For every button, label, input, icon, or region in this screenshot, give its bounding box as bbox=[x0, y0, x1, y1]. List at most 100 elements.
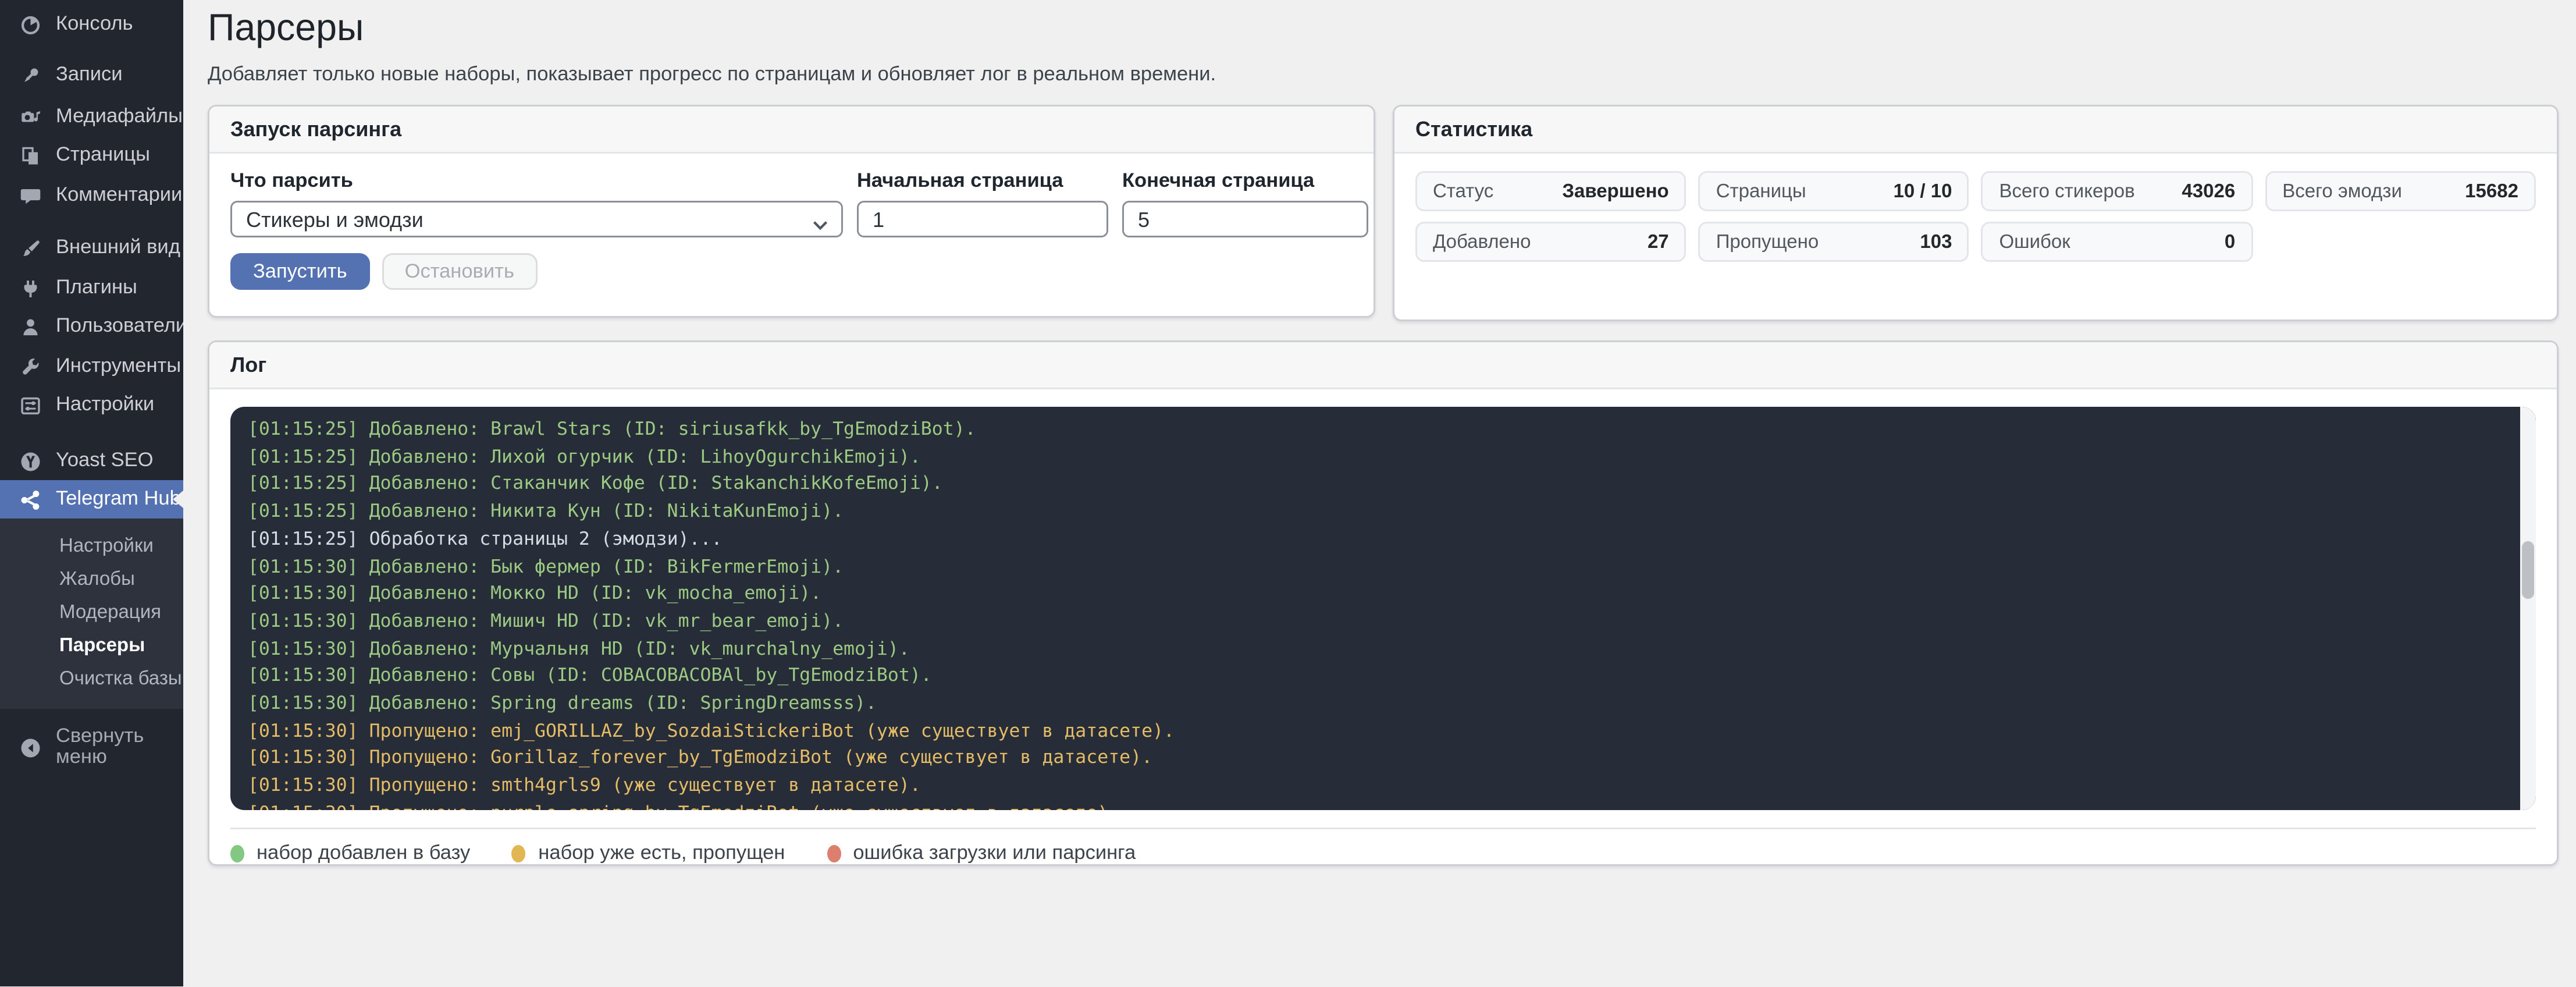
stat-label: Статус bbox=[1433, 181, 1493, 202]
legend-item: ошибка загрузки или парсинга bbox=[827, 843, 1136, 864]
sidebar-item-label: Внешний вид bbox=[56, 237, 180, 258]
sidebar-item-записи[interactable]: Записи bbox=[0, 56, 183, 94]
log-line: [01:15:25] Добавлено: Стаканчик Кофе (ID… bbox=[248, 472, 2518, 499]
sidebar-item-внешний-вид[interactable]: Внешний вид bbox=[0, 229, 183, 267]
page-title: Парсеры bbox=[208, 7, 364, 51]
stat-label: Всего эмодзи bbox=[2282, 181, 2402, 202]
legend-dot-icon bbox=[230, 845, 244, 862]
stat-label: Пропущено bbox=[1716, 232, 1819, 253]
sidebar-item-label: Инструменты bbox=[56, 356, 181, 377]
console-scrollbar-thumb[interactable] bbox=[2522, 541, 2534, 599]
run-button[interactable]: Запустить bbox=[230, 253, 370, 290]
statistics-card-title: Статистика bbox=[1394, 106, 2557, 154]
media-icon bbox=[19, 106, 42, 129]
stat-value: 15682 bbox=[2465, 181, 2518, 202]
run-parser-card: Запуск парсинга Что парсить Стикеры и эм… bbox=[208, 105, 1375, 318]
stats-grid: Статус Завершено Страницы10 / 10 Всего стик… bbox=[1415, 171, 2536, 262]
log-lines: [01:15:25] Добавлено: Brawl Stars (ID: s… bbox=[248, 417, 2518, 810]
stat-value: 10 / 10 bbox=[1894, 181, 1952, 202]
submenu-item-парсеры[interactable]: Парсеры bbox=[0, 629, 183, 662]
stat-tile-страницы: Страницы10 / 10 bbox=[1699, 171, 1970, 211]
sidebar-item-пользователи[interactable]: Пользователи bbox=[0, 307, 183, 346]
submenu-item-модерация[interactable]: Модерация bbox=[0, 595, 183, 629]
sidebar-item-label: Плагины bbox=[56, 278, 137, 299]
page-subtitle: Добавляет только новые наборы, показывае… bbox=[208, 65, 1216, 86]
log-console[interactable]: [01:15:25] Добавлено: Brawl Stars (ID: s… bbox=[230, 407, 2536, 810]
what-to-parse-select[interactable]: Стикеры и эмодзи bbox=[230, 201, 843, 237]
what-to-parse-label: Что парсить bbox=[230, 171, 843, 192]
stat-value: 27 bbox=[1648, 232, 1669, 253]
log-line: [01:15:30] Добавлено: Мокко HD (ID: vk_m… bbox=[248, 582, 2518, 609]
sidebar-item-консоль[interactable]: Консоль bbox=[0, 5, 183, 44]
sidebar-item-комментарии[interactable]: Комментарии bbox=[0, 176, 183, 215]
statistics-card: Статистика Статус Завершено Страницы10 / 1… bbox=[1393, 105, 2559, 321]
sidebar-item-label: Записи bbox=[56, 65, 123, 86]
stat-label: Ошибок bbox=[1999, 232, 2070, 253]
sidebar-item-yoast-seo[interactable]: Yoast SEO bbox=[0, 442, 183, 480]
legend-item: набор добавлен в базу bbox=[230, 843, 470, 864]
console-scrollbar-track[interactable] bbox=[2520, 407, 2536, 810]
log-line: [01:15:30] Добавлено: Совы (ID: COBACOBA… bbox=[248, 664, 2518, 691]
content-area: Парсеры Добавляет только новые наборы, п… bbox=[183, 0, 2576, 987]
sidebar-item-label: Страницы bbox=[56, 145, 150, 166]
legend-label: ошибка загрузки или парсинга bbox=[853, 843, 1136, 864]
sidebar-item-label: Комментарии bbox=[56, 185, 182, 206]
sidebar-item-label: Telegram Hub bbox=[56, 489, 181, 510]
comments-icon bbox=[19, 184, 42, 207]
admin-sidebar: Консоль Записи Медиафайлы Страницы Комментар… bbox=[0, 0, 183, 987]
collapse-icon bbox=[19, 736, 42, 759]
stat-tile-ошибок: Ошибок 0 bbox=[1981, 222, 2253, 262]
log-card-title: Лог bbox=[209, 342, 2557, 389]
dashboard-icon bbox=[19, 13, 42, 36]
telegram-hub-submenu: НастройкиЖалобыМодерацияПарсерыОчистка б… bbox=[0, 519, 183, 709]
sidebar-item-label: Консоль bbox=[56, 14, 133, 35]
sidebar-item-инструменты[interactable]: Инструменты bbox=[0, 347, 183, 386]
sidebar-item-label: Настройки bbox=[56, 395, 154, 416]
pages-icon bbox=[19, 144, 42, 167]
stat-value: 0 bbox=[2225, 232, 2235, 253]
log-line: [01:15:30] Пропущено: smth4grls9 (уже су… bbox=[248, 773, 2518, 801]
stop-button[interactable]: Остановить bbox=[382, 253, 537, 290]
plugins-icon bbox=[19, 277, 42, 300]
appearance-icon bbox=[19, 237, 42, 260]
sidebar-item-медиафайлы[interactable]: Медиафайлы bbox=[0, 98, 183, 136]
end-page-input[interactable] bbox=[1122, 201, 1368, 237]
log-line: [01:15:30] Добавлено: Spring dreams (ID:… bbox=[248, 691, 2518, 719]
stat-label: Всего стикеров bbox=[1999, 181, 2134, 202]
sidebar-item-страницы[interactable]: Страницы bbox=[0, 136, 183, 175]
sidebar-item-настройки[interactable]: Настройки bbox=[0, 386, 183, 424]
stat-tile-всего-эмодзи: Всего эмодзи 15682 bbox=[2265, 171, 2536, 211]
log-line: [01:15:25] Обработка страницы 2 (эмодзи)… bbox=[248, 527, 2518, 554]
legend-dot-icon bbox=[512, 845, 526, 862]
submenu-item-очистка-базы[interactable]: Очистка базы bbox=[0, 662, 183, 695]
share-icon bbox=[19, 488, 42, 511]
submenu-item-жалобы[interactable]: Жалобы bbox=[0, 562, 183, 595]
settings-icon bbox=[19, 394, 42, 417]
sidebar-item-плагины[interactable]: Плагины bbox=[0, 269, 183, 307]
submenu-item-настройки[interactable]: Настройки bbox=[0, 529, 183, 562]
stat-label: Добавлено bbox=[1433, 232, 1531, 253]
stat-tile-всего-стикеров: Всего стикеров 43026 bbox=[1981, 171, 2253, 211]
start-page-input[interactable] bbox=[857, 201, 1108, 237]
collapse-menu-button[interactable]: Свернуть меню bbox=[0, 728, 183, 766]
collapse-menu-label: Свернуть меню bbox=[56, 726, 183, 768]
stat-value: Завершено bbox=[1562, 181, 1668, 202]
stat-tile-пропущено: Пропущено 103 bbox=[1699, 222, 1970, 262]
log-line: [01:15:30] Добавлено: Бык фермер (ID: Bi… bbox=[248, 555, 2518, 582]
yoast-icon bbox=[19, 450, 42, 473]
sidebar-item-label: Пользователи bbox=[56, 316, 183, 337]
tools-icon bbox=[19, 356, 42, 378]
stat-tile-статус: Статус Завершено bbox=[1415, 171, 1687, 211]
legend-dot-icon bbox=[827, 845, 841, 862]
log-line: [01:15:30] Добавлено: Мишич HD (ID: vk_m… bbox=[248, 609, 2518, 637]
stat-value: 103 bbox=[1920, 232, 1952, 253]
users-icon bbox=[19, 315, 42, 338]
start-page-label: Начальная страница bbox=[857, 171, 1108, 192]
log-line: [01:15:30] Пропущено: emj_GORILLAZ_by_So… bbox=[248, 719, 2518, 746]
log-line: [01:15:30] Пропущено: purple_spring_by_T… bbox=[248, 801, 2518, 810]
log-line: [01:15:25] Добавлено: Лихой огурчик (ID:… bbox=[248, 445, 2518, 472]
sidebar-item-telegram-hub[interactable]: Telegram Hub bbox=[0, 480, 183, 519]
log-line: [01:15:25] Добавлено: Никита Кун (ID: Ni… bbox=[248, 499, 2518, 527]
log-line: [01:15:30] Добавлено: Мурчальня HD (ID: … bbox=[248, 637, 2518, 664]
stat-value: 43026 bbox=[2182, 181, 2235, 202]
